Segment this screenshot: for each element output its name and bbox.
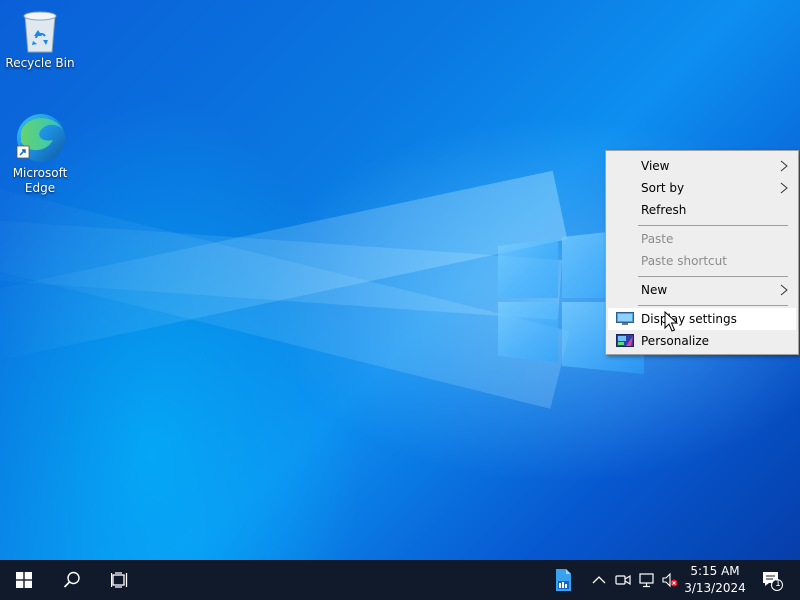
menu-item-label: Personalize — [641, 334, 710, 348]
clock-date: 3/13/2024 — [684, 581, 746, 595]
network-icon[interactable] — [639, 572, 655, 588]
menu-item-display-settings[interactable]: Display settings — [608, 308, 796, 330]
recycle-bin-icon — [23, 11, 57, 53]
volume-muted-icon[interactable] — [662, 572, 678, 588]
pinned-app-button[interactable] — [539, 560, 587, 600]
menu-item-paste-shortcut[interactable]: Paste shortcut — [608, 250, 796, 272]
menu-item-label: View — [641, 159, 670, 173]
chevron-right-icon — [780, 284, 788, 296]
menu-item-label: Sort by — [641, 181, 685, 195]
desktop-icon-recycle-bin[interactable]: Recycle Bin — [3, 8, 77, 71]
desktop-icon-label: Microsoft Edge — [12, 166, 68, 195]
blue-app-icon — [556, 569, 571, 591]
taskbar: 5:15 AM 3/13/2024 1 — [0, 560, 800, 600]
display-icon — [616, 312, 634, 325]
menu-item-paste[interactable]: Paste — [608, 228, 796, 250]
task-view-icon — [111, 572, 128, 588]
menu-item-personalize[interactable]: Personalize — [608, 330, 796, 352]
menu-separator — [638, 305, 788, 306]
menu-item-new[interactable]: New — [608, 279, 796, 301]
meet-now-icon[interactable] — [615, 572, 631, 588]
menu-separator — [638, 225, 788, 226]
chevron-up-icon[interactable] — [591, 572, 607, 588]
mouse-cursor-icon — [664, 311, 678, 332]
edge-icon — [16, 114, 65, 162]
menu-item-sort-by[interactable]: Sort by — [608, 177, 796, 199]
clock[interactable]: 5:15 AM 3/13/2024 — [682, 563, 748, 597]
menu-item-label: Paste shortcut — [641, 254, 727, 268]
desktop[interactable]: Recycle Bin Microsoft Edge View Sort by … — [0, 0, 800, 560]
desktop-icon-label: Recycle Bin — [5, 56, 75, 70]
task-view-button[interactable] — [96, 560, 144, 600]
desktop-context-menu: View Sort by Refresh Paste Paste shortcu… — [605, 150, 799, 355]
windows-start-icon — [16, 572, 32, 588]
desktop-icon-microsoft-edge[interactable]: Microsoft Edge — [3, 112, 77, 196]
start-button[interactable] — [0, 560, 48, 600]
notification-count: 1 — [775, 579, 781, 589]
personalize-icon — [616, 334, 634, 347]
menu-item-label: Display settings — [641, 312, 737, 326]
clock-time: 5:15 AM — [690, 564, 740, 578]
chevron-right-icon — [780, 160, 788, 172]
menu-separator — [638, 276, 788, 277]
menu-item-label: Paste — [641, 232, 674, 246]
search-button[interactable] — [48, 560, 96, 600]
menu-item-refresh[interactable]: Refresh — [608, 199, 796, 221]
chevron-right-icon — [780, 182, 788, 194]
menu-item-view[interactable]: View — [608, 155, 796, 177]
menu-item-label: Refresh — [641, 203, 687, 217]
search-icon — [63, 571, 80, 588]
menu-item-label: New — [641, 283, 668, 297]
notification-center-button[interactable]: 1 — [752, 560, 792, 600]
